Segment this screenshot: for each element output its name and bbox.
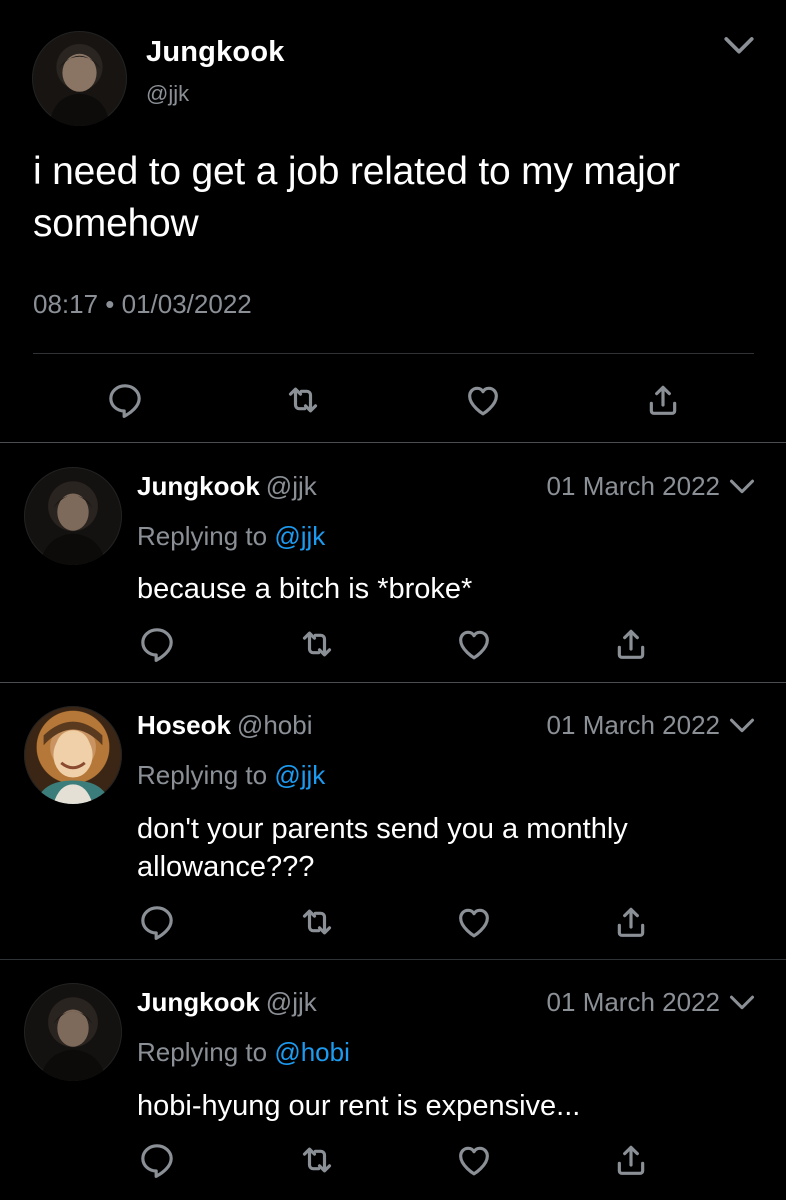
main-tweet-text: i need to get a job related to my major … <box>33 150 680 245</box>
retweet-icon[interactable] <box>297 902 337 942</box>
reply-icon[interactable] <box>105 380 145 420</box>
replying-to-label: Replying to <box>137 521 275 551</box>
main-author-name[interactable]: Jungkook <box>146 36 285 69</box>
replying-to-mention[interactable]: @jjk <box>274 760 325 790</box>
replying-to-label: Replying to <box>137 760 275 790</box>
share-icon[interactable] <box>643 380 683 420</box>
retweet-icon[interactable] <box>297 1140 337 1180</box>
reply-text: don't your parents send you a monthly al… <box>137 813 628 883</box>
replying-to-mention[interactable]: @hobi <box>274 1037 350 1067</box>
reply-icon[interactable] <box>137 1140 177 1180</box>
replying-to-line: Replying to @jjk <box>137 521 325 552</box>
share-icon[interactable] <box>611 1140 651 1180</box>
share-icon[interactable] <box>611 902 651 942</box>
reply-avatar[interactable] <box>24 467 122 565</box>
replying-to-line: Replying to @hobi <box>137 1037 350 1068</box>
like-icon[interactable] <box>454 902 494 942</box>
reply-header: Jungkook @jjk <box>137 471 317 502</box>
reply-date: 01 March 2022 <box>546 471 720 501</box>
reply-icon[interactable] <box>137 624 177 664</box>
divider <box>0 959 786 960</box>
reply-date: 01 March 2022 <box>546 987 720 1017</box>
like-icon[interactable] <box>454 624 494 664</box>
chevron-down-icon[interactable] <box>728 477 756 497</box>
divider <box>0 682 786 683</box>
reply-icon[interactable] <box>137 902 177 942</box>
share-icon[interactable] <box>611 624 651 664</box>
replying-to-mention[interactable]: @jjk <box>274 521 325 551</box>
like-icon[interactable] <box>454 1140 494 1180</box>
divider <box>0 442 786 443</box>
reply-text: because a bitch is *broke* <box>137 573 473 605</box>
reply-date: 01 March 2022 <box>546 710 720 740</box>
replying-to-line: Replying to @jjk <box>137 760 325 791</box>
like-icon[interactable] <box>463 380 503 420</box>
reply-author-handle[interactable]: @jjk <box>266 471 317 501</box>
main-tweet-timestamp[interactable]: 08:17 • 01/03/2022 <box>33 289 252 320</box>
reply-header: Jungkook @jjk <box>137 987 317 1018</box>
reply-avatar[interactable] <box>24 706 122 804</box>
main-tweet-avatar[interactable] <box>32 31 127 126</box>
reply-author-name[interactable]: Jungkook <box>137 987 260 1017</box>
reply-author-name[interactable]: Jungkook <box>137 471 260 501</box>
chevron-down-icon[interactable] <box>722 34 756 58</box>
reply-text: hobi-hyung our rent is expensive... <box>137 1090 581 1122</box>
retweet-icon[interactable] <box>297 624 337 664</box>
chevron-down-icon[interactable] <box>728 716 756 736</box>
replying-to-label: Replying to <box>137 1037 275 1067</box>
reply-author-handle[interactable]: @jjk <box>266 987 317 1017</box>
reply-header: Hoseok @hobi <box>137 710 312 741</box>
chevron-down-icon[interactable] <box>728 993 756 1013</box>
main-author-handle[interactable]: @jjk <box>146 81 189 107</box>
reply-author-name[interactable]: Hoseok <box>137 710 231 740</box>
reply-author-handle[interactable]: @hobi <box>237 710 313 740</box>
divider <box>33 353 754 354</box>
reply-avatar[interactable] <box>24 983 122 1081</box>
retweet-icon[interactable] <box>283 380 323 420</box>
